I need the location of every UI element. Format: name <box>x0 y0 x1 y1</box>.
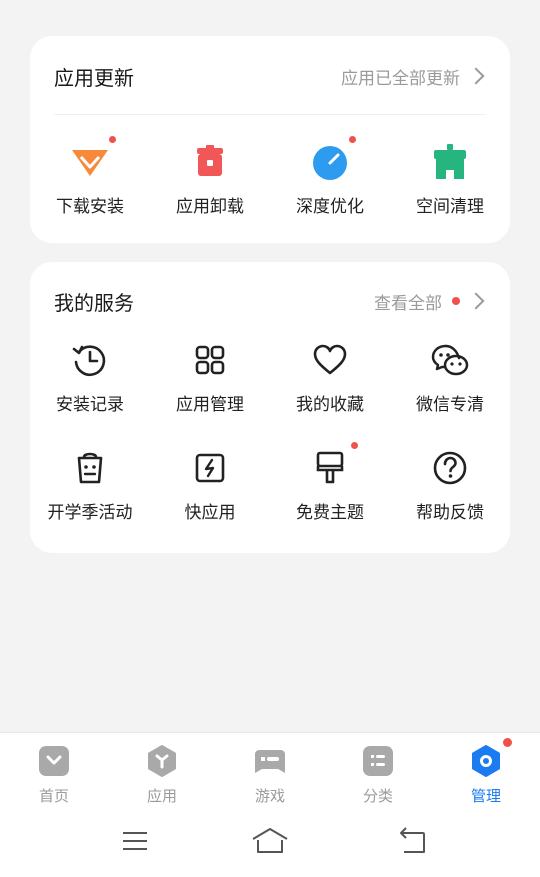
space-clean-button[interactable]: 空间清理 <box>390 142 510 222</box>
divider <box>54 114 486 115</box>
free-theme-label: 免费主题 <box>296 503 364 523</box>
uninstall-icon <box>197 145 223 176</box>
school-bag-icon <box>77 452 103 484</box>
help-feedback-button[interactable]: 帮助反馈 <box>390 448 510 528</box>
badge-dot <box>351 442 358 449</box>
view-all-link[interactable]: 查看全部 <box>374 289 486 314</box>
download-install-label: 下载安装 <box>56 197 124 217</box>
tab-manage-label: 管理 <box>470 787 501 805</box>
wechat-clean-icon <box>431 344 469 376</box>
menu-icon <box>123 832 147 850</box>
bottom-nav-bar: 首页 应用 游戏 分类 管理 <box>0 732 540 877</box>
school-season-button[interactable]: 开学季活动 <box>30 448 150 528</box>
tab-apps-label: 应用 <box>146 787 177 805</box>
quick-app-label: 快应用 <box>184 503 236 523</box>
space-clean-label: 空间清理 <box>416 197 484 217</box>
tab-home-label: 首页 <box>38 787 69 805</box>
app-updates-card: 应用更新 应用已全部更新 下载安装 应用卸载 深度优化 空间清理 <box>30 36 510 243</box>
wechat-clean-label: 微信专清 <box>416 395 484 415</box>
tab-games[interactable]: 游戏 <box>235 745 305 806</box>
my-favorites-label: 我的收藏 <box>296 395 364 415</box>
chevron-right-icon <box>467 67 485 85</box>
home-icon <box>252 828 288 853</box>
school-season-label: 开学季活动 <box>47 503 133 523</box>
gamepad-tab-icon <box>255 750 285 773</box>
uninstall-label: 应用卸载 <box>176 197 244 217</box>
install-history-button[interactable]: 安装记录 <box>30 340 150 420</box>
install-history-label: 安装记录 <box>56 395 124 415</box>
deep-optimize-icon <box>313 146 347 180</box>
tab-home[interactable]: 首页 <box>19 745 89 806</box>
tab-manage[interactable]: 管理 <box>451 738 521 806</box>
install-history-icon <box>72 345 106 377</box>
quick-app-icon <box>195 453 225 483</box>
wechat-clean-button[interactable]: 微信专清 <box>390 340 510 420</box>
home-system-button[interactable] <box>250 821 290 861</box>
download-install-icon <box>72 150 108 176</box>
deep-optimize-button[interactable]: 深度优化 <box>270 136 390 222</box>
app-manage-label: 应用管理 <box>176 395 244 415</box>
my-services-header: 我的服务 查看全部 <box>54 286 486 316</box>
help-feedback-label: 帮助反馈 <box>416 503 484 523</box>
app-manage-icon <box>195 345 225 375</box>
paint-brush-icon <box>316 451 344 484</box>
badge-dot <box>109 136 116 143</box>
free-theme-button[interactable]: 免费主题 <box>270 442 390 528</box>
space-clean-icon <box>434 144 466 179</box>
badge-dot <box>503 738 512 747</box>
manage-tab-icon <box>472 745 500 777</box>
back-icon <box>400 827 425 853</box>
apps-tab-icon <box>148 745 176 777</box>
badge-dot <box>452 297 460 305</box>
help-icon <box>433 451 467 485</box>
uninstall-button[interactable]: 应用卸载 <box>150 142 270 222</box>
recent-apps-button[interactable] <box>115 821 155 861</box>
deep-optimize-label: 深度优化 <box>296 197 364 217</box>
my-services-card: 我的服务 查看全部 安装记录 应用管理 我的收藏 微信专清 开学季活动 快应用 … <box>30 262 510 553</box>
all-updated-label: 应用已全部更新 <box>341 68 460 89</box>
tab-category[interactable]: 分类 <box>343 745 413 806</box>
app-updates-header: 应用更新 应用已全部更新 <box>54 61 486 91</box>
app-manage-button[interactable]: 应用管理 <box>150 340 270 420</box>
tab-category-label: 分类 <box>362 787 393 805</box>
category-tab-icon <box>363 746 393 776</box>
home-tab-icon <box>39 746 69 776</box>
back-system-button[interactable] <box>392 821 432 861</box>
download-install-button[interactable]: 下载安装 <box>30 136 150 222</box>
badge-dot <box>349 136 356 143</box>
view-all-label: 查看全部 <box>374 293 442 314</box>
tab-apps[interactable]: 应用 <box>127 745 197 806</box>
all-updated-link[interactable]: 应用已全部更新 <box>341 64 486 89</box>
quick-app-button[interactable]: 快应用 <box>150 448 270 528</box>
system-navigation-bar <box>0 821 540 861</box>
app-updates-title: 应用更新 <box>54 65 134 90</box>
my-services-title: 我的服务 <box>54 290 134 315</box>
heart-icon <box>313 344 347 375</box>
tab-games-label: 游戏 <box>254 787 285 805</box>
my-favorites-button[interactable]: 我的收藏 <box>270 340 390 420</box>
chevron-right-icon <box>467 292 485 310</box>
